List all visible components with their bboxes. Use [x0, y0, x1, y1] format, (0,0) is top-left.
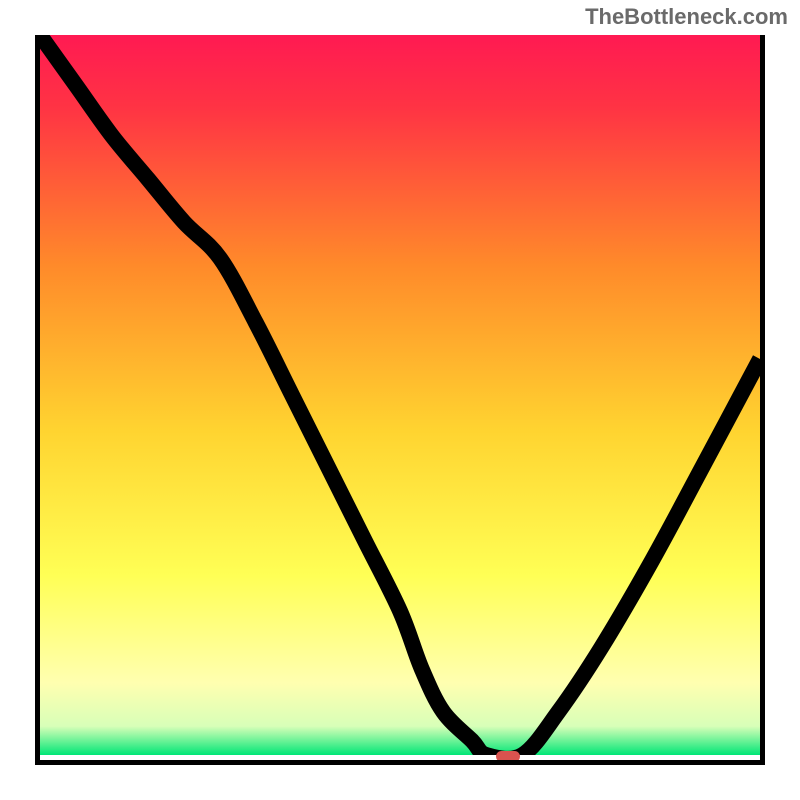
- chart-marker: [496, 751, 519, 763]
- chart-curve: [40, 35, 760, 755]
- watermark: TheBottleneck.com: [585, 4, 788, 30]
- chart-plot-area: [35, 35, 765, 765]
